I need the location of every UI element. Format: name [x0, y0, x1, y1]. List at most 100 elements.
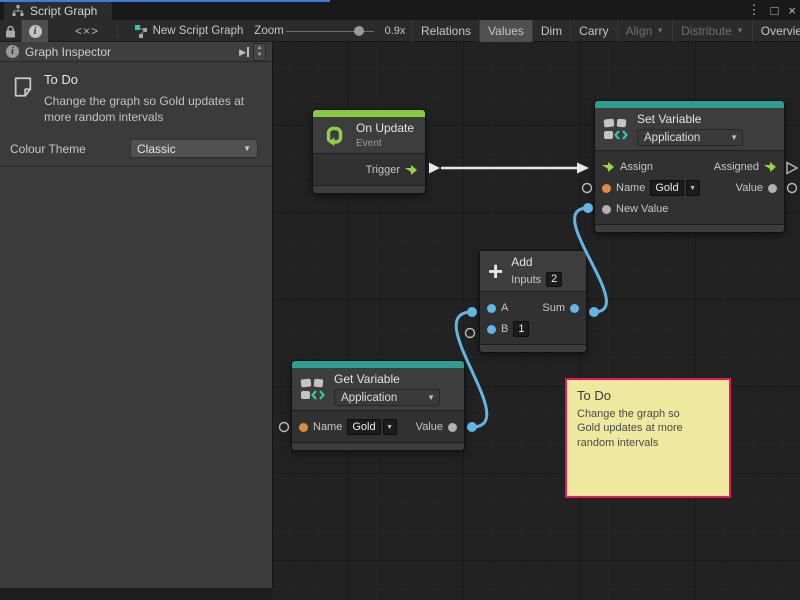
- number-port-icon: [570, 304, 579, 313]
- zoom-slider[interactable]: [286, 20, 374, 42]
- code-icon: <×>: [75, 24, 99, 38]
- port-label: Name: [616, 182, 645, 194]
- b-value-field[interactable]: 1: [513, 321, 529, 337]
- node-on-update[interactable]: On Update Event Trigger: [313, 110, 425, 193]
- distribute-label: Distribute: [681, 24, 732, 38]
- window-menu-icon[interactable]: ⋮: [748, 2, 761, 18]
- overview-button[interactable]: Overview: [752, 20, 800, 42]
- inspector-toggle-button[interactable]: i: [22, 20, 48, 42]
- zoom-label: Zoom: [252, 20, 286, 42]
- value-port-icon: [768, 184, 777, 193]
- tab-script-graph[interactable]: Script Graph: [4, 2, 112, 20]
- colour-theme-dropdown[interactable]: Classic ▼: [130, 139, 258, 158]
- chevron-down-icon: ▼: [386, 424, 393, 431]
- port-a-input[interactable]: A: [487, 302, 508, 314]
- inspector-title: Graph Inspector: [25, 45, 111, 59]
- on-update-loop-icon: [321, 122, 348, 149]
- distribute-button[interactable]: Distribute ▼: [672, 20, 752, 42]
- script-graph-icon: [12, 5, 24, 17]
- inspector-note-title: To Do: [44, 72, 264, 87]
- node-get-variable[interactable]: Get Variable Application ▼ Name Gold ▼: [292, 361, 464, 450]
- info-icon: i: [29, 25, 42, 38]
- node-title: Set Variable: [637, 112, 743, 127]
- variable-name-field[interactable]: Gold: [347, 419, 380, 435]
- variable-name-dropdown[interactable]: ▼: [686, 180, 700, 196]
- lock-button[interactable]: [0, 20, 22, 42]
- port-b-input[interactable]: B 1: [487, 321, 529, 337]
- inspector-scroll-spinner[interactable]: ▲ ▼: [253, 43, 266, 61]
- tab-title: Script Graph: [30, 4, 97, 18]
- chevron-down-icon: ▼: [427, 394, 435, 402]
- sticky-note-body: Change the graph so Gold updates at more…: [577, 407, 699, 450]
- inspector-note-section: To Do Change the graph so Gold updates a…: [0, 62, 272, 135]
- port-label: A: [501, 302, 508, 314]
- align-button[interactable]: Align ▼: [617, 20, 673, 42]
- zoom-slider-handle[interactable]: [354, 26, 364, 36]
- scroll-down-icon[interactable]: ▼: [257, 52, 263, 59]
- port-assign-input[interactable]: Assign: [602, 161, 653, 173]
- value-port-icon: [602, 205, 611, 214]
- port-label: Sum: [542, 302, 565, 314]
- toolbar-divider: [117, 24, 118, 38]
- info-icon: i: [6, 45, 19, 58]
- zoom-value: 0.9x: [380, 20, 410, 42]
- node-color-bar: [313, 110, 425, 117]
- node-header[interactable]: On Update Event: [313, 117, 425, 153]
- string-port-icon: [299, 423, 308, 432]
- relations-button[interactable]: Relations: [412, 20, 479, 42]
- port-sum-output[interactable]: Sum: [542, 302, 579, 314]
- dim-button[interactable]: Dim: [532, 20, 570, 42]
- port-label: B: [501, 323, 508, 335]
- flow-arrow-icon: [602, 162, 615, 172]
- node-header[interactable]: + Add Inputs 2: [480, 251, 586, 291]
- node-title: Add: [511, 255, 562, 270]
- chevron-down-icon: ▼: [656, 27, 664, 35]
- port-value-output[interactable]: Value: [416, 421, 457, 433]
- values-button[interactable]: Values: [479, 20, 532, 42]
- code-preview-button[interactable]: <×>: [62, 20, 112, 42]
- node-header[interactable]: Get Variable Application ▼: [292, 368, 464, 410]
- port-assigned-output[interactable]: Assigned: [714, 161, 777, 173]
- graph-toolbar: i <×> New Script Graph Zoom 0.9x Relatio…: [0, 20, 800, 42]
- variable-name-dropdown[interactable]: ▼: [383, 419, 397, 435]
- maximize-icon[interactable]: □: [771, 3, 779, 18]
- port-value-output[interactable]: Value: [736, 182, 777, 194]
- port-label: Value: [736, 182, 763, 194]
- port-name-input[interactable]: Name Gold ▼: [299, 419, 397, 435]
- node-footer: [595, 224, 784, 232]
- sticky-note-title: To Do: [577, 388, 719, 403]
- inputs-count-field[interactable]: 2: [546, 272, 562, 287]
- port-label: Value: [416, 421, 443, 433]
- scroll-up-icon[interactable]: ▲: [257, 45, 263, 52]
- variable-scope-dropdown[interactable]: Application ▼: [637, 129, 743, 146]
- node-title: Get Variable: [334, 372, 440, 387]
- graph-name: New Script Graph: [153, 25, 244, 37]
- port-label: Name: [313, 421, 342, 433]
- flow-arrow-icon: [405, 165, 418, 175]
- port-name-input[interactable]: Name Gold ▼: [602, 180, 700, 196]
- flow-arrow-icon: [764, 162, 777, 172]
- add-icon: +: [488, 259, 503, 283]
- port-label: New Value: [616, 203, 668, 215]
- graph-breadcrumb[interactable]: New Script Graph: [126, 20, 252, 42]
- variable-name-field[interactable]: Gold: [650, 180, 683, 196]
- node-set-variable[interactable]: Set Variable Application ▼ Assign Assign…: [595, 101, 784, 232]
- port-trigger-output[interactable]: Trigger: [366, 164, 418, 176]
- port-new-value-input[interactable]: New Value: [602, 203, 668, 215]
- colour-theme-row: Colour Theme Classic ▼: [0, 135, 272, 167]
- panel-bottom-strip: [0, 588, 273, 600]
- node-header[interactable]: Set Variable Application ▼: [595, 108, 784, 150]
- title-bar: Script Graph ⋮ □ ×: [0, 0, 800, 20]
- variable-scope-dropdown[interactable]: Application ▼: [334, 389, 440, 406]
- port-label: Trigger: [366, 164, 400, 176]
- variable-icon: [300, 377, 326, 401]
- colour-theme-label: Colour Theme: [10, 142, 130, 156]
- carry-button[interactable]: Carry: [570, 20, 616, 42]
- unity-script-graph-window: Script Graph ⋮ □ × i <×>: [0, 0, 800, 600]
- chevron-down-icon: ▼: [243, 145, 251, 153]
- sticky-note[interactable]: To Do Change the graph so Gold updates a…: [565, 378, 731, 498]
- node-title: On Update: [356, 121, 414, 136]
- dock-panel-icon[interactable]: ▶: [239, 47, 249, 57]
- close-icon[interactable]: ×: [788, 3, 796, 18]
- node-add[interactable]: + Add Inputs 2 A Sum: [480, 251, 586, 352]
